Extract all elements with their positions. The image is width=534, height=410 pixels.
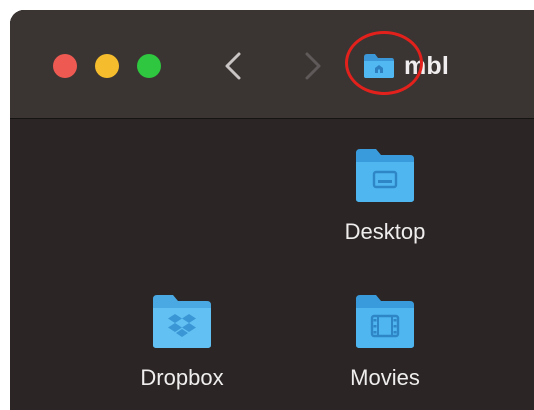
- title-bar: mbl: [10, 10, 534, 119]
- desktop-folder-icon: [356, 149, 414, 202]
- back-button[interactable]: [219, 46, 249, 86]
- forward-button[interactable]: [297, 46, 327, 86]
- folder-item-dropbox[interactable]: Dropbox: [117, 291, 247, 391]
- chevron-right-icon: [305, 52, 321, 80]
- dropbox-folder-icon: [153, 295, 211, 348]
- folder-label: Movies: [350, 365, 420, 390]
- folder-label: Dropbox: [140, 365, 224, 390]
- zoom-button[interactable]: [137, 54, 161, 78]
- minimize-button[interactable]: [95, 54, 119, 78]
- finder-window: mbl Desktop Dropbox Movies: [10, 10, 534, 410]
- chevron-left-icon: [225, 52, 241, 80]
- close-button[interactable]: [53, 54, 77, 78]
- movies-folder-icon: [356, 295, 414, 348]
- folder-item-desktop[interactable]: Desktop: [320, 145, 450, 245]
- folder-label: Desktop: [344, 219, 426, 244]
- folder-content: Desktop Dropbox Movies: [10, 119, 534, 410]
- annotation-circle: [345, 31, 423, 95]
- folder-item-movies[interactable]: Movies: [320, 291, 450, 391]
